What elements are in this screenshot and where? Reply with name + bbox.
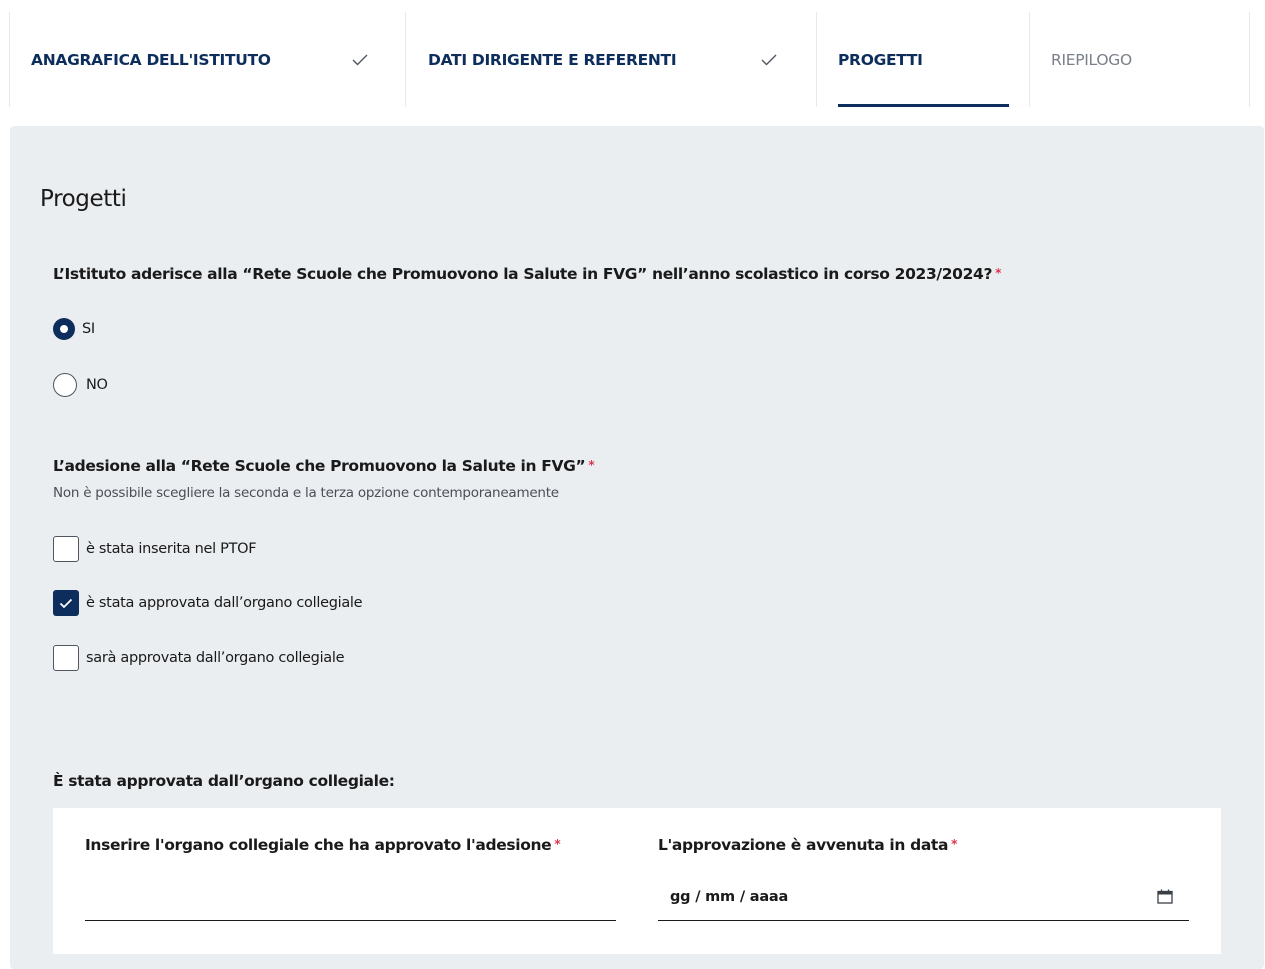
checkbox[interactable] [53, 536, 79, 562]
question-hint: Non è possibile scegliere la seconda e l… [53, 485, 559, 501]
check-icon [761, 12, 777, 107]
step-label: PROGETTI [838, 50, 923, 69]
date-field-label: L'approvazione è avvenuta in data * [658, 836, 957, 854]
step-label: RIEPILOGO [1051, 50, 1132, 69]
checkbox-label: è stata inserita nel PTOF [86, 541, 257, 557]
step-divider [405, 12, 406, 107]
step-riepilogo[interactable]: RIEPILOGO [1051, 12, 1132, 107]
page-title: Progetti [40, 186, 127, 212]
required-marker: * [995, 266, 1002, 280]
step-divider [1029, 12, 1030, 107]
step-divider [1249, 12, 1250, 107]
date-input-underline [658, 920, 1189, 921]
step-label: DATI DIRIGENTE E REFERENTI [428, 50, 677, 69]
check-icon [59, 598, 73, 608]
checkbox[interactable] [53, 645, 79, 671]
organ-field-label: Inserire l'organo collegiale che ha appr… [85, 836, 561, 854]
active-step-indicator [838, 104, 1009, 107]
radio-button[interactable] [53, 318, 75, 340]
check-icon [352, 12, 368, 107]
radio-option-no[interactable]: NO [53, 373, 108, 397]
date-input[interactable]: gg / mm / aaaa [670, 889, 788, 905]
question-text: L’adesione alla “Rete Scuole che Promuov… [53, 457, 586, 475]
step-anagrafica[interactable]: ANAGRAFICA DELL'ISTITUTO [31, 12, 271, 107]
step-label: ANAGRAFICA DELL'ISTITUTO [31, 50, 271, 69]
question-text: L’Istituto aderisce alla “Rete Scuole ch… [53, 265, 993, 283]
radio-option-si[interactable]: SI [53, 318, 95, 340]
required-marker: * [554, 837, 561, 851]
approval-heading: È stata approvata dall’organo collegiale… [53, 772, 395, 790]
calendar-icon[interactable] [1157, 889, 1173, 908]
radio-button[interactable] [53, 373, 77, 397]
required-marker: * [951, 837, 958, 851]
step-divider [9, 12, 10, 107]
step-divider [816, 12, 817, 107]
checkbox-option-approvata[interactable]: è stata approvata dall’organo collegiale [53, 590, 363, 616]
checkbox-option-sara-approvata[interactable]: sarà approvata dall’organo collegiale [53, 645, 345, 671]
radio-label: SI [82, 321, 95, 337]
step-dati-dirigente[interactable]: DATI DIRIGENTE E REFERENTI [428, 12, 677, 107]
field-label-text: Inserire l'organo collegiale che ha appr… [85, 836, 552, 854]
required-marker: * [588, 458, 595, 472]
organ-input[interactable] [85, 868, 620, 920]
progress-stepper: ANAGRAFICA DELL'ISTITUTO DATI DIRIGENTE … [0, 0, 1265, 125]
organ-input-underline [85, 920, 616, 921]
step-progetti[interactable]: PROGETTI [838, 12, 923, 107]
checkbox-label: sarà approvata dall’organo collegiale [86, 650, 345, 666]
question-adesione-label: L’Istituto aderisce alla “Rete Scuole ch… [53, 265, 1001, 283]
field-label-text: L'approvazione è avvenuta in data [658, 836, 949, 854]
radio-label: NO [86, 377, 108, 393]
checkbox-label: è stata approvata dall’organo collegiale [86, 595, 363, 611]
question-modalita-label: L’adesione alla “Rete Scuole che Promuov… [53, 457, 595, 475]
checkbox[interactable] [53, 590, 79, 616]
checkbox-option-ptof[interactable]: è stata inserita nel PTOF [53, 536, 257, 562]
